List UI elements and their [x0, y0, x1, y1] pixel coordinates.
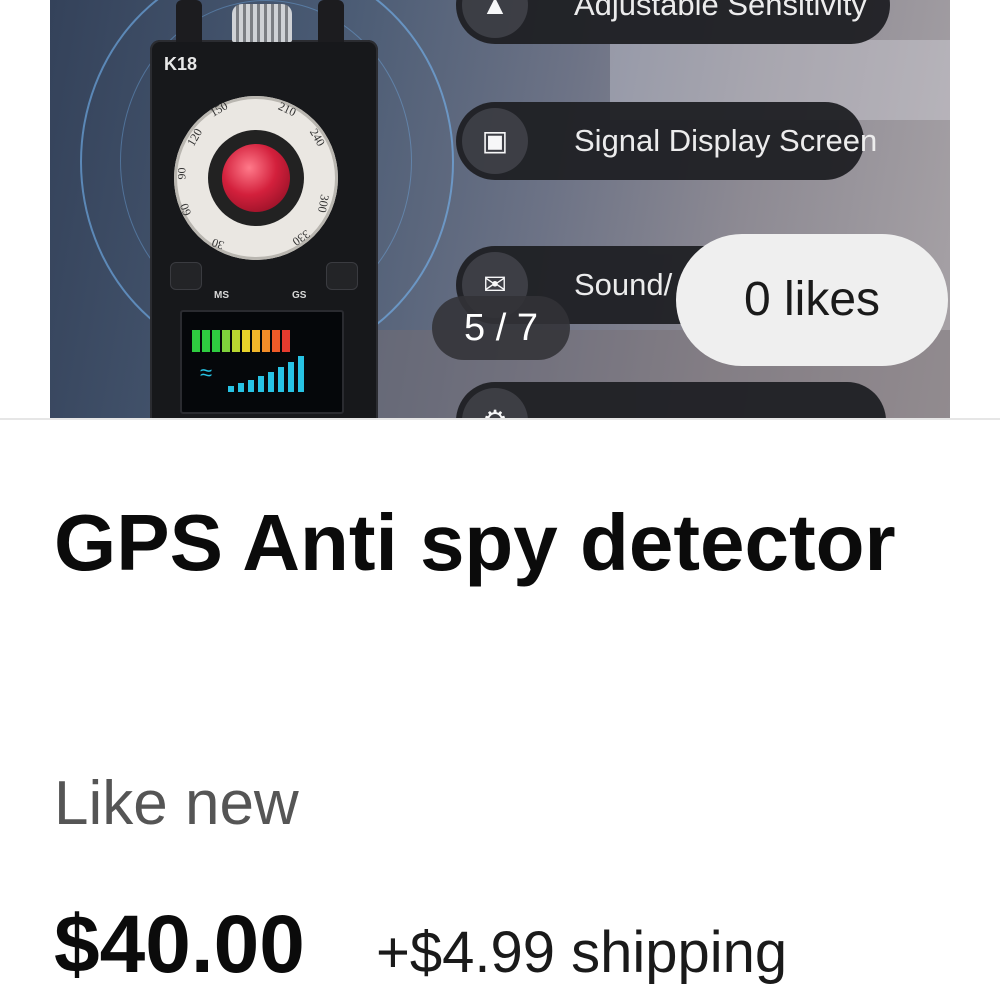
signal-bar	[298, 356, 304, 392]
antenna-right	[318, 0, 344, 42]
divider	[0, 418, 1000, 420]
dial-tick: 30	[209, 235, 226, 253]
signal-bar	[258, 376, 264, 392]
settings-icon: ⚙	[462, 388, 528, 418]
dial-tick: 240	[306, 125, 328, 149]
antenna-signal-icon: ▲	[462, 0, 528, 38]
item-price: $40.00	[54, 899, 305, 990]
feature-pill: ▲ Adjustable Sensitivity	[456, 0, 890, 44]
signal-bar	[228, 386, 234, 392]
dial-tick: 90	[174, 167, 189, 180]
item-condition: Like new	[54, 769, 299, 838]
device-display: ≈	[180, 310, 344, 414]
image-counter: 5 / 7	[432, 296, 570, 360]
product-image-gallery[interactable]: K18 150 210 240 300 330 30 60 90 120 MS …	[0, 0, 1000, 418]
device-button-label: GS	[292, 290, 307, 301]
level-segment	[272, 330, 280, 352]
signal-bar	[238, 383, 244, 392]
shipping-cost: +$4.99 shipping	[376, 920, 788, 985]
signal-bar	[278, 367, 284, 392]
device-button-left	[170, 262, 202, 290]
signal-screen-icon: ▣	[462, 108, 528, 174]
dial-tick: 210	[276, 98, 299, 120]
feature-label: Adjustable Sensitivity	[574, 0, 867, 22]
red-lens	[222, 144, 290, 212]
detector-device: K18 150 210 240 300 330 30 60 90 120 MS …	[150, 0, 378, 418]
level-segment	[222, 330, 230, 352]
level-segment	[282, 330, 290, 352]
signal-bar	[288, 362, 294, 392]
likes-button[interactable]: 0 likes	[676, 234, 948, 366]
feature-label: Signal Display Screen	[574, 123, 878, 158]
feature-pill: ⚙	[456, 382, 886, 418]
dial-tick: 300	[315, 193, 332, 214]
listing-title: GPS Anti spy detector	[54, 498, 896, 587]
lens-dial: 150 210 240 300 330 30 60 90 120	[174, 96, 338, 260]
dial-tick: 60	[176, 201, 195, 218]
level-segment	[252, 330, 260, 352]
signal-bar	[248, 380, 254, 392]
level-segment	[232, 330, 240, 352]
level-segment	[212, 330, 220, 352]
dial-tick: 120	[184, 125, 206, 149]
device-model-label: K18	[164, 54, 198, 74]
level-segment	[202, 330, 210, 352]
device-button-right	[326, 262, 358, 290]
device-button-label: MS	[214, 290, 229, 301]
signal-bar	[268, 372, 274, 392]
antenna-left	[176, 0, 202, 42]
level-segment	[242, 330, 250, 352]
wifi-icon: ≈	[200, 360, 213, 385]
dial-tick: 330	[289, 227, 313, 249]
level-segment	[192, 330, 200, 352]
feature-pill: ▣ Signal Display Screen	[456, 102, 877, 180]
feature-label: Sound/	[574, 267, 673, 302]
lens-ring	[208, 130, 304, 226]
sensitivity-knob	[232, 4, 292, 42]
level-segment	[262, 330, 270, 352]
dial-tick: 150	[207, 98, 231, 120]
